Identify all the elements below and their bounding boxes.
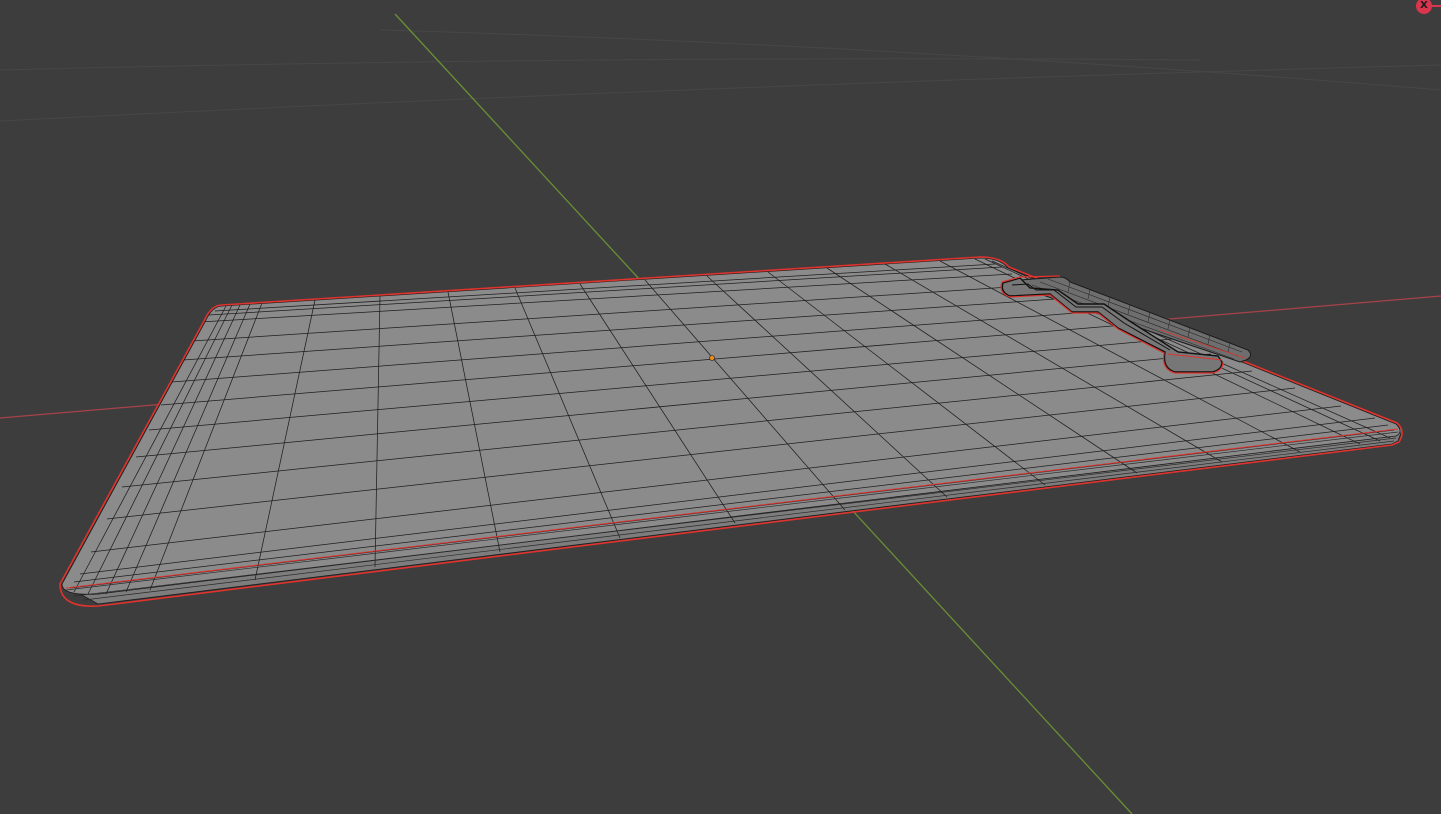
- scene-canvas[interactable]: [0, 0, 1441, 814]
- gizmo-x-axis-line: [1431, 5, 1441, 7]
- floor-grid: [0, 29, 1441, 122]
- 3d-viewport[interactable]: X: [0, 0, 1441, 814]
- object-origin[interactable]: [709, 355, 715, 361]
- gizmo-x-label: X: [1420, 0, 1428, 11]
